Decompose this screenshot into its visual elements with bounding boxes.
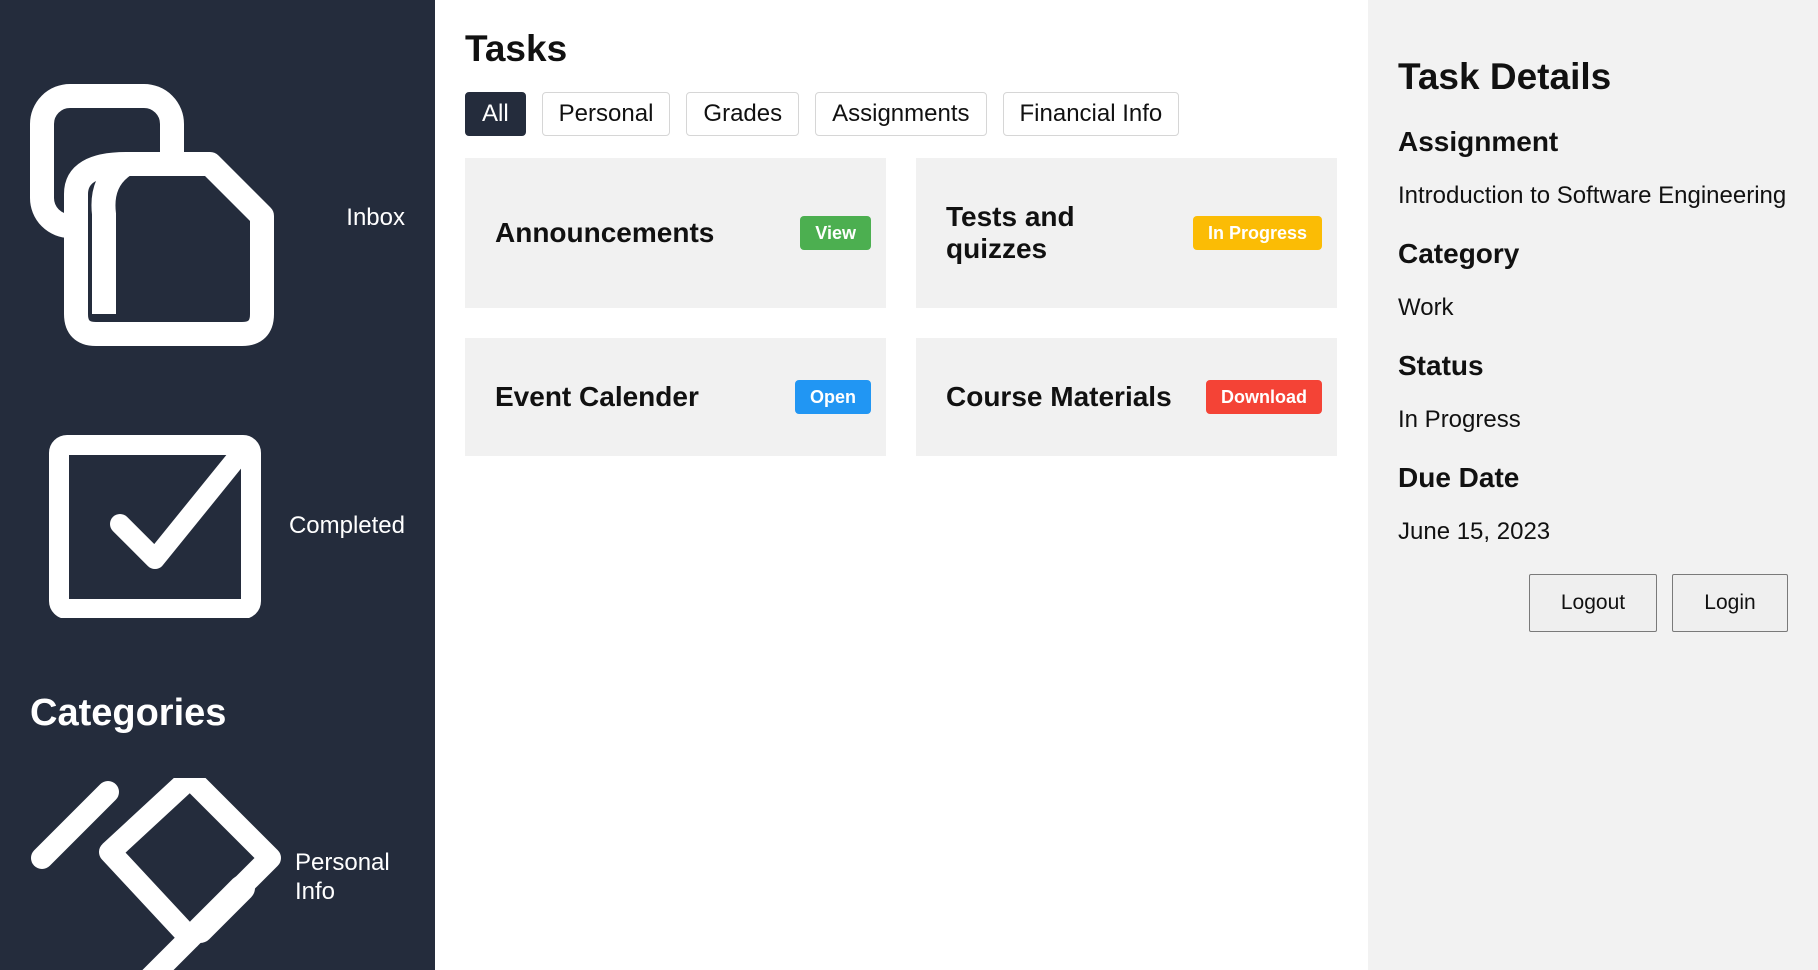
sidebar-item-personal-info[interactable]: Personal Info [30, 778, 405, 970]
task-details-panel: Task Details Assignment Introduction to … [1368, 0, 1818, 970]
status-label: Status [1398, 350, 1484, 381]
card-title: Course Materials [946, 380, 1172, 412]
categories-heading: Categories [30, 692, 227, 734]
filter-financial-info-button[interactable]: Financial Info [1002, 92, 1180, 136]
due-date-value: June 15, 2023 [1398, 518, 1551, 545]
category-value: Work [1398, 294, 1454, 321]
inbox-icon [30, 84, 274, 346]
filter-bar: All Personal Grades Assignments Financia… [465, 92, 1338, 136]
logout-button[interactable]: Logout [1529, 574, 1657, 632]
card-title: Event Calender [495, 380, 699, 412]
task-cards: Announcements View Tests and quizzes In … [465, 158, 1338, 456]
assignment-label: Assignment [1398, 126, 1559, 157]
sidebar-item-label: Completed [288, 511, 405, 539]
auth-buttons: Logout Login [1398, 574, 1788, 632]
view-button[interactable]: View [800, 216, 871, 250]
sidebar-item-label: Personal Info [295, 849, 390, 905]
status-value: In Progress [1398, 406, 1521, 433]
sidebar-item-label: Inbox [346, 203, 405, 231]
login-button[interactable]: Login [1672, 574, 1788, 632]
category-label: Category [1398, 238, 1520, 269]
task-card-event-calender[interactable]: Event Calender Open [465, 338, 886, 456]
filter-assignments-button[interactable]: Assignments [815, 92, 987, 136]
sidebar-item-completed[interactable]: Completed [30, 434, 405, 618]
sidebar-item-inbox[interactable]: Inbox [30, 84, 405, 352]
filter-grades-button[interactable]: Grades [686, 92, 800, 136]
tag-icon [31, 778, 281, 970]
filter-all-button[interactable]: All [465, 92, 526, 136]
assignment-value: Introduction to Software Engineering [1398, 182, 1787, 209]
filter-personal-button[interactable]: Personal [541, 92, 671, 136]
task-card-announcements[interactable]: Announcements View [465, 158, 886, 308]
page-title: Tasks [465, 28, 568, 69]
open-button[interactable]: Open [794, 380, 871, 414]
sidebar: Inbox Completed Categories Personal Info [0, 0, 435, 970]
due-date-label: Due Date [1398, 462, 1520, 493]
task-card-course-materials[interactable]: Course Materials Download [916, 338, 1337, 456]
card-title: Tests and quizzes [946, 200, 1075, 264]
details-title: Task Details [1398, 56, 1612, 97]
in-progress-button[interactable]: In Progress [1192, 216, 1322, 250]
download-button[interactable]: Download [1206, 380, 1322, 414]
checkbox-icon [49, 435, 261, 618]
card-title: Announcements [495, 216, 715, 248]
main-content: Tasks All Personal Grades Assignments Fi… [435, 0, 1368, 970]
task-card-tests-and-quizzes[interactable]: Tests and quizzes In Progress [916, 158, 1337, 308]
